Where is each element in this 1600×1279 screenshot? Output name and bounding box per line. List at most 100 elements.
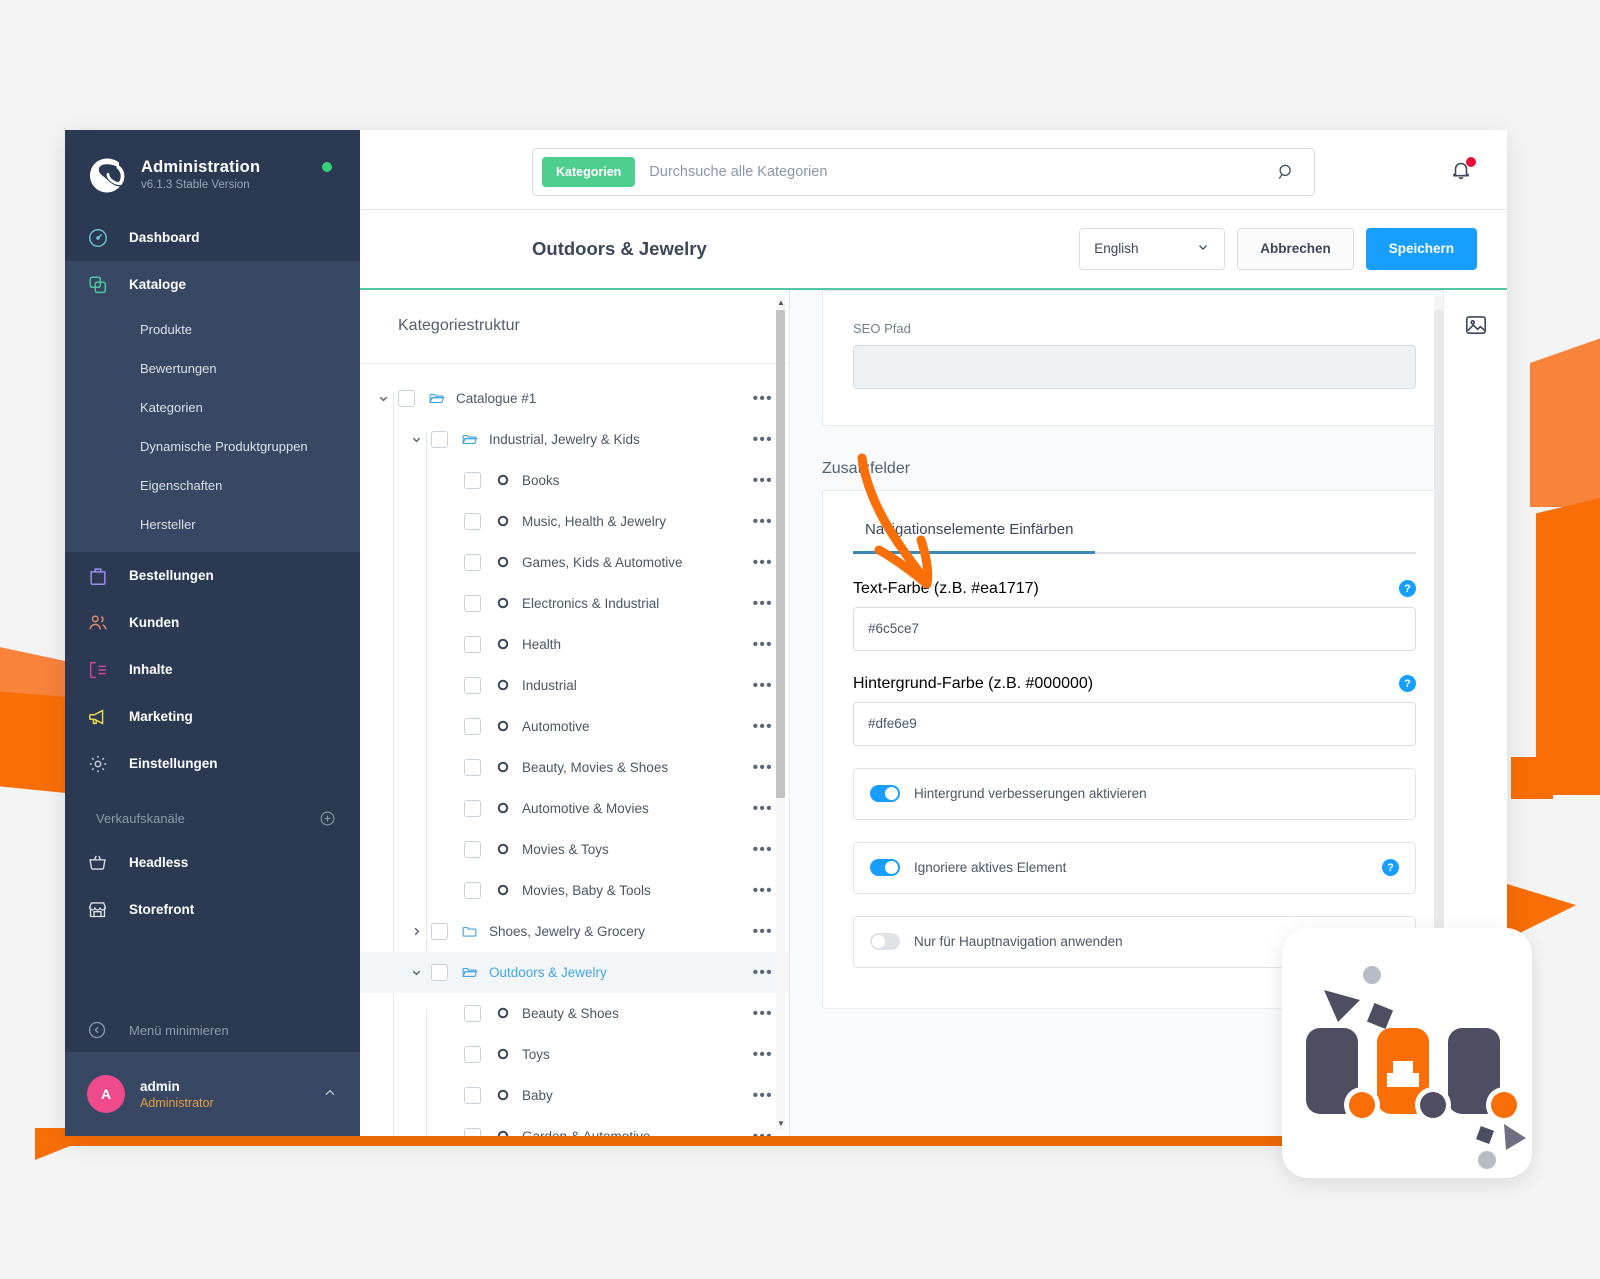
save-button[interactable]: Speichern xyxy=(1365,227,1477,270)
tree-row[interactable]: Toys ••• xyxy=(360,1034,789,1075)
tree-row[interactable]: Garden & Automotive ••• xyxy=(360,1116,789,1136)
sidebar-item-produkte[interactable]: Produkte xyxy=(65,310,360,349)
sidebar-item-storefront[interactable]: Storefront xyxy=(65,886,360,933)
tree-row[interactable]: Electronics & Industrial ••• xyxy=(360,583,789,624)
sidebar-item-kunden[interactable]: Kunden xyxy=(65,599,360,646)
sidebar-item-einstellungen[interactable]: Einstellungen xyxy=(65,740,360,787)
sidebar-item-inhalte[interactable]: Inhalte xyxy=(65,646,360,693)
search-icon[interactable] xyxy=(1276,162,1296,182)
more-options-icon[interactable]: ••• xyxy=(753,719,773,734)
sidebar-item-bewertungen[interactable]: Bewertungen xyxy=(65,349,360,388)
text-color-input[interactable] xyxy=(853,606,1416,651)
global-search[interactable]: Kategorien xyxy=(532,148,1315,196)
tree-row-checkbox[interactable] xyxy=(464,1045,481,1063)
help-question-icon[interactable]: ? xyxy=(1382,859,1399,877)
sidebar-item-bestellungen[interactable]: Bestellungen xyxy=(65,552,360,599)
seo-path-input[interactable] xyxy=(853,344,1416,389)
sidebar-brand[interactable]: Administration v6.1.3 Stable Version xyxy=(65,130,360,214)
tree-row-checkbox[interactable] xyxy=(464,881,481,899)
tree-row-checkbox[interactable] xyxy=(464,799,481,817)
tree-row[interactable]: Automotive & Movies ••• xyxy=(360,788,789,829)
tree-row-checkbox[interactable] xyxy=(464,635,481,653)
chevron-down-icon[interactable] xyxy=(407,433,425,446)
tree-row[interactable]: Industrial ••• xyxy=(360,665,789,706)
tree-row[interactable]: Beauty, Movies & Shoes ••• xyxy=(360,747,789,788)
tree-row-checkbox[interactable] xyxy=(464,512,481,530)
more-options-icon[interactable]: ••• xyxy=(753,842,773,857)
more-options-icon[interactable]: ••• xyxy=(753,678,773,693)
tree-row-checkbox[interactable] xyxy=(464,1127,481,1136)
more-options-icon[interactable]: ••• xyxy=(753,596,773,611)
tree-row[interactable]: Outdoors & Jewelry ••• xyxy=(360,951,789,993)
tree-row-checkbox[interactable] xyxy=(464,1004,481,1022)
sidebar-item-hersteller[interactable]: Hersteller xyxy=(65,505,360,544)
more-options-icon[interactable]: ••• xyxy=(753,514,773,529)
tree-row-checkbox[interactable] xyxy=(431,922,448,940)
media-image-icon[interactable] xyxy=(1463,312,1489,338)
more-options-icon[interactable]: ••• xyxy=(753,432,773,447)
tree-row[interactable]: Books ••• xyxy=(360,460,789,501)
sidebar-item-dynamische-produktgruppen[interactable]: Dynamische Produktgruppen xyxy=(65,427,360,466)
sidebar-item-marketing[interactable]: Marketing xyxy=(65,693,360,740)
tree-row[interactable]: Baby ••• xyxy=(360,1075,789,1116)
scroll-down-arrow-icon[interactable]: ▼ xyxy=(777,1119,785,1128)
chevron-right-icon[interactable] xyxy=(407,925,425,938)
tree-row[interactable]: Movies, Baby & Tools ••• xyxy=(360,870,789,911)
more-options-icon[interactable]: ••• xyxy=(753,924,773,939)
tree-row-checkbox[interactable] xyxy=(398,389,415,407)
more-options-icon[interactable]: ••• xyxy=(753,391,773,406)
sidebar-minimize-button[interactable]: Menü minimieren xyxy=(65,1008,360,1052)
tree-row-checkbox[interactable] xyxy=(464,840,481,858)
tree-row[interactable]: Automotive ••• xyxy=(360,706,789,747)
tree-row-checkbox[interactable] xyxy=(464,717,481,735)
chevron-up-icon[interactable] xyxy=(322,1085,338,1104)
tab-navigationselemente-einfaerben[interactable]: Navigationselemente Einfärben xyxy=(853,511,1085,552)
notifications-button[interactable] xyxy=(1449,157,1476,184)
more-options-icon[interactable]: ••• xyxy=(753,883,773,898)
more-options-icon[interactable]: ••• xyxy=(753,1047,773,1062)
tree-row-checkbox[interactable] xyxy=(431,430,448,448)
sidebar-item-kataloge[interactable]: Kataloge xyxy=(65,261,360,308)
help-question-icon[interactable]: ? xyxy=(1399,580,1416,598)
toggle-switch-on-icon[interactable] xyxy=(870,785,900,803)
cancel-button[interactable]: Abbrechen xyxy=(1237,227,1354,270)
tree-row-checkbox[interactable] xyxy=(464,1086,481,1104)
tree-row-checkbox[interactable] xyxy=(464,594,481,612)
more-options-icon[interactable]: ••• xyxy=(753,760,773,775)
tree-row-checkbox[interactable] xyxy=(464,553,481,571)
tree-row[interactable]: Games, Kids & Automotive ••• xyxy=(360,542,789,583)
sidebar-user-menu[interactable]: A admin Administrator xyxy=(65,1052,360,1136)
tree-row-checkbox[interactable] xyxy=(464,758,481,776)
more-options-icon[interactable]: ••• xyxy=(753,555,773,570)
tree-row[interactable]: Movies & Toys ••• xyxy=(360,829,789,870)
bg-color-input[interactable] xyxy=(853,701,1416,746)
tree-row[interactable]: Industrial, Jewelry & Kids ••• xyxy=(360,419,789,460)
sidebar-item-eigenschaften[interactable]: Eigenschaften xyxy=(65,466,360,505)
tree-row-checkbox[interactable] xyxy=(464,676,481,694)
more-options-icon[interactable]: ••• xyxy=(753,1088,773,1103)
toggle-switch-on-icon[interactable] xyxy=(870,859,900,877)
sidebar-item-dashboard[interactable]: Dashboard xyxy=(65,214,360,261)
sidebar-item-headless[interactable]: Headless xyxy=(65,839,360,886)
tree-row[interactable]: Shoes, Jewelry & Grocery ••• xyxy=(360,911,789,952)
more-options-icon[interactable]: ••• xyxy=(753,1129,773,1136)
chevron-down-icon[interactable] xyxy=(374,392,392,405)
tree-row[interactable]: Health ••• xyxy=(360,624,789,665)
tree-scrollbar[interactable]: ▲ ▼ xyxy=(776,295,785,1130)
search-input[interactable] xyxy=(649,164,1276,180)
more-options-icon[interactable]: ••• xyxy=(753,801,773,816)
toggle-ignoriere-aktives-element[interactable]: Ignoriere aktives Element ? xyxy=(853,841,1416,894)
more-options-icon[interactable]: ••• xyxy=(753,637,773,652)
tree-scrollbar-thumb[interactable] xyxy=(776,309,785,798)
sidebar-item-kategorien[interactable]: Kategorien xyxy=(65,388,360,427)
search-scope-chip[interactable]: Kategorien xyxy=(542,157,636,187)
toggle-hintergrund-verbesserungen[interactable]: Hintergrund verbesserungen aktivieren xyxy=(853,767,1416,820)
tree-row[interactable]: Catalogue #1 ••• xyxy=(360,378,789,419)
more-options-icon[interactable]: ••• xyxy=(753,965,773,980)
toggle-switch-off-icon[interactable] xyxy=(870,933,900,951)
language-select[interactable]: English xyxy=(1079,227,1226,270)
chevron-down-icon[interactable] xyxy=(407,966,425,979)
tree-row[interactable]: Beauty & Shoes ••• xyxy=(360,993,789,1034)
help-question-icon[interactable]: ? xyxy=(1399,675,1416,693)
tree-row-checkbox[interactable] xyxy=(431,963,448,981)
